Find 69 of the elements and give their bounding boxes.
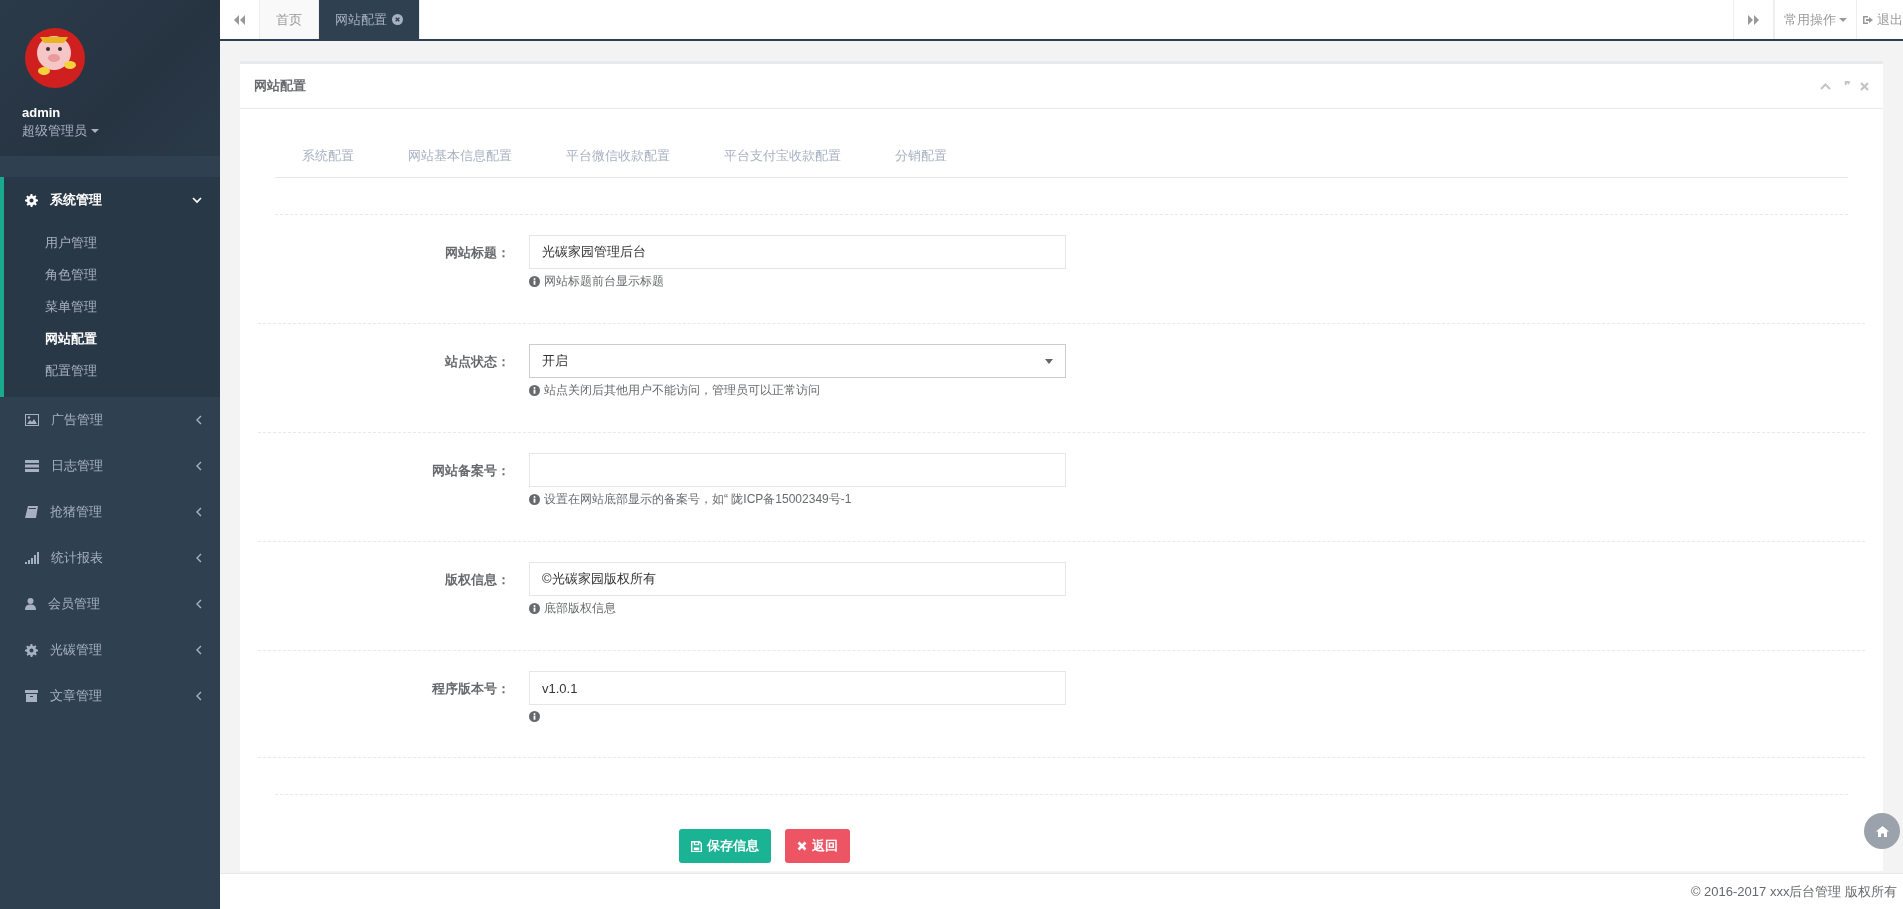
sidebar-group[interactable]: 光碳管理 — [4, 627, 220, 673]
sidebar-group[interactable]: 系统管理 — [4, 177, 220, 223]
field-label: 版权信息： — [445, 571, 510, 589]
sidebar-group[interactable]: 抢猪管理 — [4, 489, 220, 535]
close-icon[interactable] — [392, 14, 403, 25]
chevron-left-icon — [196, 599, 202, 609]
gear-icon — [25, 193, 38, 207]
dropdown-arrow-icon — [1045, 358, 1053, 364]
sidebar-group[interactable]: 统计报表 — [4, 535, 220, 581]
sidebar-item[interactable]: 配置管理 — [4, 355, 97, 387]
info-icon — [529, 494, 540, 505]
sidebar-group[interactable]: 会员管理 — [4, 581, 220, 627]
user-icon — [25, 598, 36, 610]
help-text: 网站标题前台显示标题 — [544, 273, 664, 290]
signal-bars-icon — [25, 552, 39, 564]
chevron-left-icon — [196, 691, 202, 701]
common-actions-dropdown[interactable]: 常用操作 — [1774, 0, 1856, 39]
archive-icon — [25, 690, 38, 702]
back-button[interactable]: 返回 — [785, 829, 850, 863]
info-icon — [529, 276, 540, 287]
home-icon — [1875, 825, 1889, 837]
help-text: 底部版权信息 — [544, 600, 616, 617]
chevron-left-icon — [196, 553, 202, 563]
sidebar-item[interactable]: 菜单管理 — [4, 291, 97, 323]
status-select[interactable]: 开启 — [529, 344, 1066, 378]
chevron-down-icon — [192, 196, 202, 204]
input-field[interactable]: 光碳家园管理后台 — [529, 235, 1066, 269]
field-label: 站点状态： — [445, 353, 510, 371]
sidebar-group[interactable]: 广告管理 — [4, 397, 220, 443]
stacked-bars-icon — [25, 460, 39, 472]
info-icon — [529, 385, 540, 396]
home-button[interactable] — [1864, 813, 1900, 849]
page-tab[interactable]: 首页 — [260, 0, 319, 39]
chevron-left-icon — [196, 415, 202, 425]
input-field[interactable] — [529, 453, 1066, 487]
double-right-arrow-icon — [1748, 14, 1759, 25]
chevron-left-icon — [196, 507, 202, 517]
help-text: 站点关闭后其他用户不能访问，管理员可以正常访问 — [544, 382, 820, 399]
sidebar-group[interactable]: 日志管理 — [4, 443, 220, 489]
logout-button[interactable]: 退出 — [1856, 0, 1903, 39]
info-icon — [529, 603, 540, 614]
user-name: admin — [22, 105, 61, 120]
gear-icon — [25, 643, 38, 657]
save-button[interactable]: 保存信息 — [679, 829, 771, 863]
chevron-left-icon — [196, 645, 202, 655]
double-left-arrow-icon — [234, 14, 245, 25]
collapse-icon[interactable] — [1820, 82, 1831, 90]
info-icon — [529, 711, 540, 722]
sidebar-item[interactable]: 用户管理 — [4, 227, 97, 259]
field-label: 网站备案号： — [432, 462, 510, 480]
input-field[interactable]: v1.0.1 — [529, 671, 1066, 705]
sign-out-icon — [1863, 14, 1874, 25]
chevron-left-icon — [196, 461, 202, 471]
page-tab[interactable]: 网站配置 — [319, 0, 420, 39]
sidebar-item[interactable]: 网站配置 — [4, 323, 97, 355]
scroll-tabs-right-button[interactable] — [1733, 0, 1774, 39]
book-icon — [25, 506, 38, 518]
field-label: 网站标题： — [445, 244, 510, 262]
help-text: 设置在网站底部显示的备案号，如“ 陇ICP备15002349号-1 — [544, 491, 852, 508]
footer-copyright: © 2016-2017 xxx后台管理 版权所有 — [1690, 882, 1897, 901]
pig-mascot-avatar — [22, 25, 88, 91]
field-label: 程序版本号： — [432, 680, 510, 698]
image-icon — [25, 414, 39, 426]
close-icon — [797, 841, 807, 851]
input-field[interactable]: ©光碳家园版权所有 — [529, 562, 1066, 596]
sidebar-item[interactable]: 角色管理 — [4, 259, 97, 291]
panel-title: 网站配置 — [254, 77, 307, 95]
user-role-dropdown[interactable]: 超级管理员 — [22, 122, 99, 140]
sidebar-group[interactable]: 文章管理 — [4, 673, 220, 719]
